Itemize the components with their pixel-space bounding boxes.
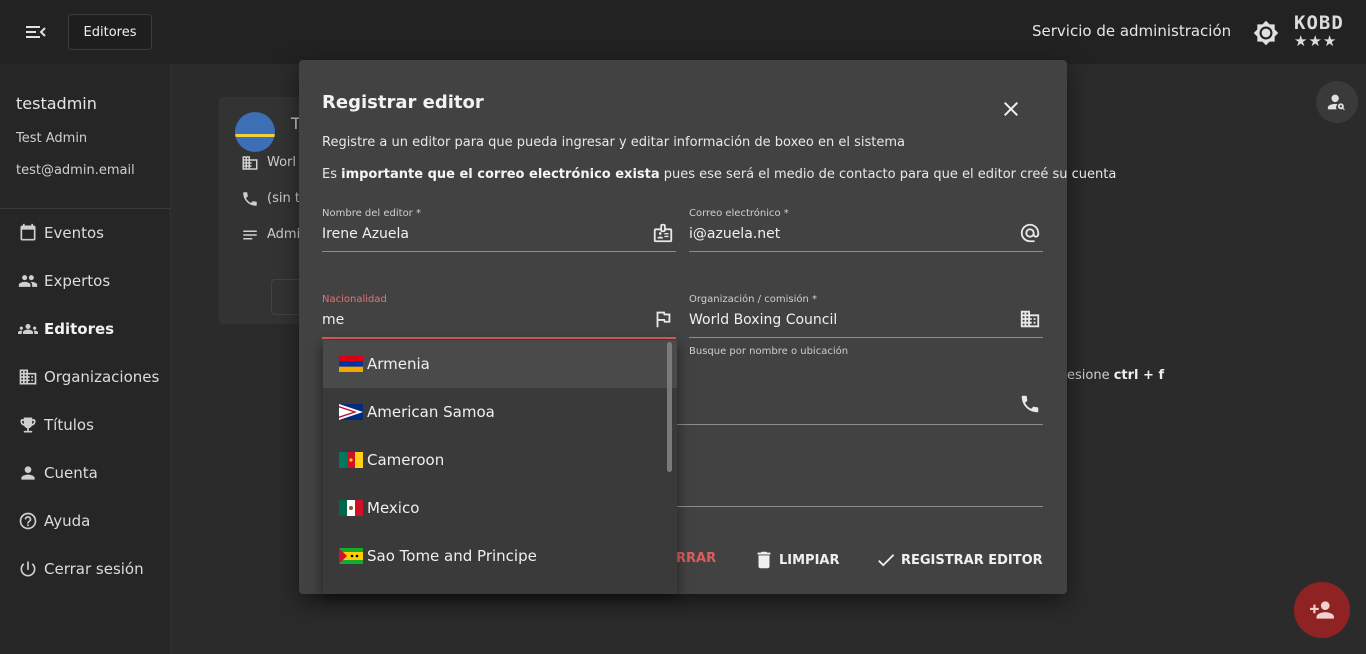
dialog-description: Registre a un editor para que pueda ingr…: [322, 135, 905, 150]
editor-name-input[interactable]: [322, 226, 642, 242]
building-icon: [242, 156, 258, 170]
field-label: Organización / comisión *: [689, 294, 817, 305]
trophy-icon: [20, 417, 36, 433]
add-editor-fab[interactable]: [1294, 582, 1350, 638]
mexico-flag-icon: [339, 500, 363, 516]
field-label: Nacionalidad: [322, 294, 387, 305]
sidebar-item-label: Expertos: [44, 272, 111, 290]
sidebar-item-label: Editores: [44, 320, 115, 338]
list-item[interactable]: Mexico: [323, 484, 677, 532]
search-user-button[interactable]: [1316, 81, 1358, 123]
list-item[interactable]: Armenia: [323, 340, 677, 388]
help-icon: [19, 512, 37, 530]
search-hint: esione ctrl + f: [1067, 368, 1165, 383]
section-button[interactable]: Editores: [68, 14, 152, 50]
sidebar-fullname: Test Admin: [16, 131, 88, 146]
register-editor-button[interactable]: REGISTRAR EDITOR: [875, 549, 1043, 571]
sidebar-item-cerrar-sesion[interactable]: Cerrar sesión: [0, 545, 171, 593]
card-org: Worl: [267, 155, 297, 170]
field-label: Nombre del editor *: [322, 208, 421, 219]
close-icon[interactable]: [999, 97, 1023, 121]
brightness-icon[interactable]: [1253, 20, 1279, 46]
list-item[interactable]: Cameroon: [323, 436, 677, 484]
dialog-note: Es importante que el correo electrónico …: [322, 167, 1117, 182]
calendar-icon: [20, 223, 36, 241]
sidebar-item-expertos[interactable]: Expertos: [0, 257, 171, 305]
contact-card-icon: [653, 223, 673, 243]
field-underline: [689, 251, 1043, 252]
card-phone: (sin t: [267, 191, 300, 206]
field-label: Correo electrónico *: [689, 208, 789, 219]
building-icon: [19, 369, 37, 385]
sidebar-item-label: Cuenta: [44, 464, 98, 482]
field-underline: [322, 337, 676, 339]
people-icon: [18, 275, 38, 287]
sidebar: testadmin Test Admin test@admin.email Ev…: [0, 64, 171, 654]
sidebar-email: test@admin.email: [16, 163, 135, 178]
list-item[interactable]: Sao Tome and Principe: [323, 532, 677, 580]
menu-collapse-icon[interactable]: [22, 20, 50, 44]
notes-field-underline: [677, 506, 1043, 507]
american-samoa-flag-icon: [339, 404, 363, 420]
flag-icon: [656, 311, 671, 328]
sidebar-item-label: Organizaciones: [44, 368, 160, 386]
sidebar-item-label: Cerrar sesión: [44, 560, 144, 578]
sidebar-item-organizaciones[interactable]: Organizaciones: [0, 353, 171, 401]
check-icon: [878, 554, 895, 567]
scrollbar[interactable]: [667, 342, 672, 472]
top-app-bar: Editores Servicio de administración KOBD…: [0, 0, 1366, 64]
sidebar-item-ayuda[interactable]: Ayuda: [0, 497, 171, 545]
at-sign-icon: [1020, 223, 1040, 243]
email-input[interactable]: [689, 226, 1009, 242]
sao-tome-flag-icon: [339, 548, 363, 564]
person-search-icon: [1327, 94, 1345, 111]
sidebar-username: testadmin: [16, 94, 97, 113]
phone-icon: [1021, 395, 1039, 413]
nationality-autocomplete: Armenia American Samoa Cameroon Mexico S…: [323, 340, 677, 594]
power-icon: [20, 561, 36, 577]
person-icon: [21, 466, 35, 480]
sidebar-item-cuenta[interactable]: Cuenta: [0, 449, 171, 497]
phone-field-underline: [677, 424, 1043, 425]
clear-button[interactable]: LIMPIAR: [753, 549, 840, 571]
list-item[interactable]: American Samoa: [323, 388, 677, 436]
sidebar-item-label: Títulos: [44, 416, 94, 434]
dialog-title: Registrar editor: [322, 92, 484, 113]
groups-icon: [18, 324, 38, 334]
sidebar-nav: Eventos Expertos Editores Organizaciones…: [0, 209, 171, 593]
field-underline: [689, 337, 1043, 338]
trash-icon: [757, 551, 771, 569]
armenia-flag-icon: [339, 356, 363, 372]
card-role: Admi: [267, 227, 301, 242]
organization-hint: Busque por nombre o ubicación: [689, 346, 849, 357]
service-title: Servicio de administración: [1032, 22, 1232, 40]
field-underline: [322, 251, 676, 252]
phone-icon: [243, 192, 257, 206]
sidebar-item-titulos[interactable]: Títulos: [0, 401, 171, 449]
close-button[interactable]: RRAR: [676, 551, 716, 566]
person-add-icon: [1310, 601, 1334, 619]
cameroon-flag-icon: [339, 452, 363, 468]
app-logo: KOBD ★★★: [1294, 12, 1344, 50]
avatar: [235, 112, 275, 152]
building-icon: [1020, 310, 1040, 328]
sidebar-item-label: Eventos: [44, 224, 104, 242]
sidebar-item-editores[interactable]: Editores: [0, 305, 171, 353]
organization-input[interactable]: [689, 312, 1009, 328]
sidebar-item-eventos[interactable]: Eventos: [0, 209, 171, 257]
sidebar-item-label: Ayuda: [44, 512, 91, 530]
notes-icon: [243, 230, 257, 240]
nationality-input[interactable]: [322, 312, 642, 328]
